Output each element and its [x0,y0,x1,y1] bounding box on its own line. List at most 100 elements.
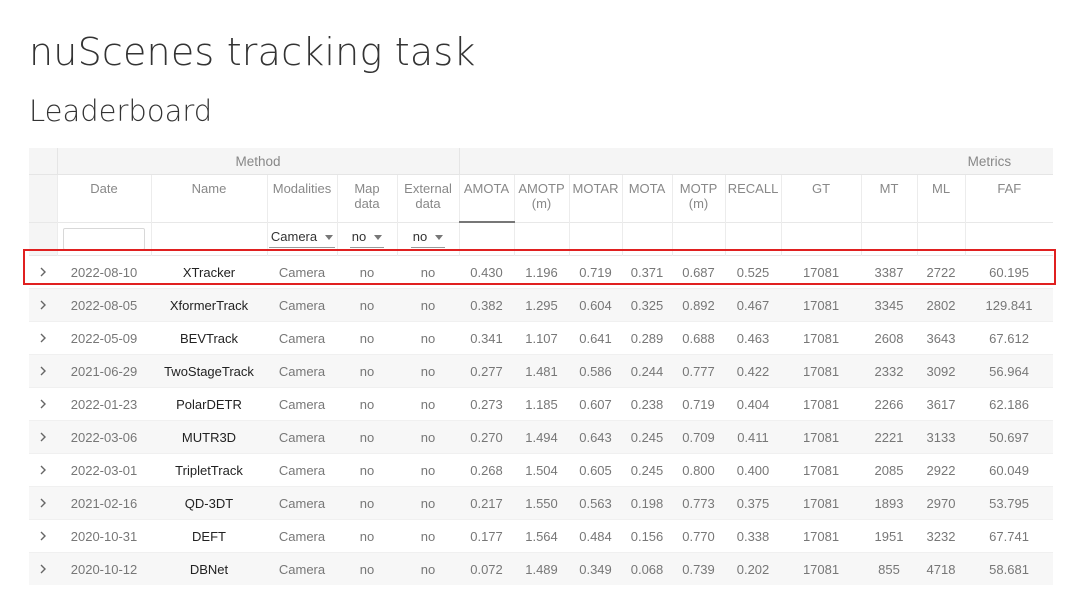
column-header-date[interactable]: Date [56,174,151,222]
chevron-right-icon[interactable] [29,387,57,421]
column-header-recall[interactable]: RECALL [724,174,782,222]
cell-external: no [397,420,460,454]
cell-motar: 0.719 [569,255,623,289]
cell-name: XformerTrack [151,288,267,322]
cell-amotp: 1.295 [514,288,570,322]
map-data-filter-select[interactable]: no [349,229,385,249]
cell-faf: 56.964 [965,354,1054,388]
external-data-filter-select[interactable]: no [410,229,446,249]
column-header-name[interactable]: Name [150,174,267,222]
group-header-method: Method [56,148,460,175]
chevron-right-icon[interactable] [29,354,57,388]
cell-ml: 3643 [917,321,966,355]
cell-motp: 0.739 [672,552,726,585]
column-header-faf[interactable]: FAF [964,174,1054,222]
cell-recall: 0.422 [725,354,782,388]
chevron-right-icon[interactable] [29,321,57,355]
column-header-amotp[interactable]: AMOTP (m) [513,174,570,222]
chevron-right-icon[interactable] [29,552,57,585]
cell-gt: 17081 [781,519,862,553]
table-row[interactable]: 2021-02-16 QD-3DT Camera no no 0.217 1.550 0.56… [29,486,1054,520]
chevron-right-icon[interactable] [29,453,57,487]
filter-empty [671,221,726,256]
table-row[interactable]: 2020-10-12 DBNet Camera no no 0.072 1.489 0.349… [29,552,1054,585]
column-header-motp[interactable]: MOTP (m) [671,174,726,222]
filter-empty [621,221,673,256]
column-header-map[interactable]: Map data [336,174,397,222]
cell-motar: 0.586 [569,354,623,388]
column-header-amota[interactable]: AMOTA [458,174,515,223]
cell-ml: 3092 [917,354,966,388]
cell-gt: 17081 [781,453,862,487]
cell-modalities: Camera [267,288,337,322]
caret-down-icon [374,235,383,241]
cell-mota: 0.238 [622,387,673,421]
cell-map: no [337,288,397,322]
filter-empty [458,221,515,256]
cell-motp: 0.719 [672,387,726,421]
column-header-ml[interactable]: ML [916,174,966,222]
external-filter-cell: no [396,221,460,256]
cell-date: 2022-05-09 [57,321,151,355]
cell-map: no [337,387,397,421]
cell-motar: 0.349 [569,552,623,585]
cell-date: 2020-10-31 [57,519,151,553]
chevron-right-icon[interactable] [29,288,57,322]
cell-ml: 4718 [917,552,966,585]
cell-amota: 0.430 [459,255,515,289]
expand-column-header [29,174,57,222]
cell-motar: 0.607 [569,387,623,421]
filter-empty [780,221,862,256]
cell-name: QD-3DT [151,486,267,520]
cell-motar: 0.563 [569,486,623,520]
cell-mota: 0.244 [622,354,673,388]
cell-modalities: Camera [267,519,337,553]
cell-recall: 0.404 [725,387,782,421]
cell-motar: 0.484 [569,519,623,553]
column-header-modalities[interactable]: Modalities [266,174,337,222]
cell-modalities: Camera [267,321,337,355]
cell-motp: 0.773 [672,486,726,520]
cell-gt: 17081 [781,354,862,388]
column-header-gt[interactable]: GT [780,174,862,222]
column-header-row: Date Name Modalities Map data External data AMO… [29,174,1054,223]
date-filter-cell [56,221,151,256]
chevron-right-icon[interactable] [29,519,57,553]
table-row[interactable]: 2020-10-31 DEFT Camera no no 0.177 1.564 0.484 0… [29,519,1054,553]
table-row[interactable]: 2022-01-23 PolarDETR Camera no no 0.273 1.185 0… [29,387,1054,421]
column-header-motar[interactable]: MOTAR [568,174,623,222]
column-header-mota[interactable]: MOTA [621,174,673,222]
cell-motar: 0.643 [569,420,623,454]
table-row[interactable]: 2022-08-10 XTracker Camera no no 0.430 1.196 0.… [29,255,1054,289]
modalities-filter-select[interactable]: Camera [268,229,336,249]
external-data-filter-value: no [412,229,428,245]
cell-ml: 3232 [917,519,966,553]
page-subtitle: Leaderboard [29,94,213,128]
column-header-external[interactable]: External data [396,174,460,222]
cell-amotp: 1.481 [514,354,570,388]
table-row[interactable]: 2022-03-06 MUTR3D Camera no no 0.270 1.494 0.64… [29,420,1054,454]
chevron-right-icon[interactable] [29,255,57,289]
expand-column-group [29,148,57,175]
table-row[interactable]: 2022-03-01 TripletTrack Camera no no 0.268 1.5… [29,453,1054,487]
chevron-right-icon[interactable] [29,420,57,454]
cell-modalities: Camera [267,420,337,454]
column-header-mt[interactable]: MT [860,174,918,222]
table-row[interactable]: 2022-05-09 BEVTrack Camera no no 0.341 1.107 0.… [29,321,1054,355]
cell-amota: 0.072 [459,552,515,585]
cell-ml: 2922 [917,453,966,487]
cell-recall: 0.467 [725,288,782,322]
cell-amota: 0.273 [459,387,515,421]
table-row[interactable]: 2022-08-05 XformerTrack Camera no no 0.382 1.2… [29,288,1054,322]
cell-map: no [337,321,397,355]
cell-mota: 0.198 [622,486,673,520]
chevron-right-icon[interactable] [29,486,57,520]
cell-recall: 0.411 [725,420,782,454]
cell-amotp: 1.564 [514,519,570,553]
cell-amota: 0.382 [459,288,515,322]
cell-faf: 58.681 [965,552,1054,585]
cell-name: DBNet [151,552,267,585]
date-filter-input[interactable] [63,227,145,250]
cell-external: no [397,321,460,355]
table-row[interactable]: 2021-06-29 TwoStageTrack Camera no no 0.277 1.… [29,354,1054,388]
